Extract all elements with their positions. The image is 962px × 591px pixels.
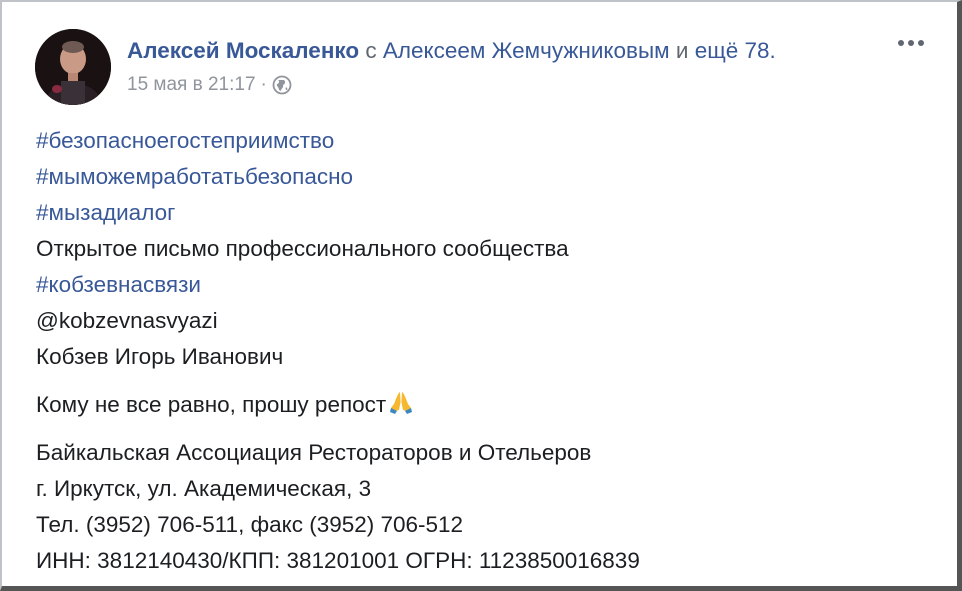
repost-text: Кому не все равно, прошу репост [36, 392, 387, 417]
org-address: г. Иркутск, ул. Академическая, 3 [36, 476, 372, 501]
org-name: Байкальская Ассоциация Рестораторов и От… [36, 440, 592, 465]
post-card: Алексей Москаленко с Алексеем Жемчужнико… [0, 0, 962, 591]
org-ids: ИНН: 3812140430/КПП: 381201001 ОГРН: 112… [36, 548, 640, 573]
praying-hands-icon [387, 388, 415, 416]
post-text-line: Кобзев Игорь Иванович [36, 344, 284, 369]
and-text: и [675, 38, 689, 63]
repost-line: Кому не все равно, прошу репост [36, 387, 937, 423]
hashtag-link[interactable]: #мыможемработатьбезопасно [36, 159, 937, 195]
post-timestamp[interactable]: 15 мая в 21:17 [127, 74, 256, 96]
more-options-icon[interactable] [891, 31, 931, 55]
hashtag-link[interactable]: #кобзевнасвязи [36, 267, 937, 303]
author-avatar[interactable] [35, 29, 111, 105]
others-link[interactable]: ещё 78. [695, 38, 776, 63]
meta-separator: · [260, 74, 267, 95]
hashtag-link[interactable]: #безопасноегостеприимство [36, 123, 937, 159]
post-meta: 15 мая в 21:17 · [127, 74, 292, 96]
author-name-link[interactable]: Алексей Москаленко [127, 38, 359, 63]
more-dot [918, 40, 924, 46]
post-body: #безопасноегостеприимство #мыможемработа… [36, 123, 937, 579]
more-dot [908, 40, 914, 46]
hashtag-link[interactable]: #мызадиалог [36, 195, 937, 231]
mention-text: @kobzevnasvyazi [36, 308, 218, 333]
post-header: Алексей Москаленко с Алексеем Жемчужнико… [35, 29, 937, 109]
author-line: Алексей Москаленко с Алексеем Жемчужнико… [127, 38, 776, 64]
more-dot [898, 40, 904, 46]
org-phone: Тел. (3952) 706-511, факс (3952) 706-512 [36, 512, 464, 537]
tagged-person-link[interactable]: Алексеем Жемчужниковым [383, 38, 670, 63]
globe-icon[interactable] [272, 75, 292, 95]
with-text: с [365, 38, 377, 63]
post-text-line: Открытое письмо профессионального сообще… [36, 236, 569, 261]
